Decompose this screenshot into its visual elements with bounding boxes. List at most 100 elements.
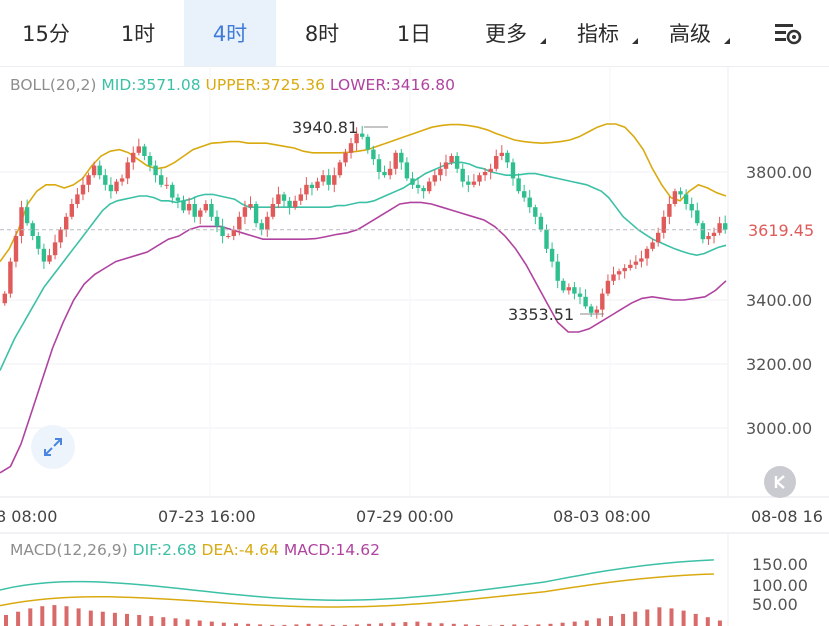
candle-body [298, 194, 303, 201]
candle-body [421, 188, 426, 192]
candle-body [242, 207, 248, 217]
candle-body [136, 146, 141, 153]
candle-body [287, 200, 292, 208]
candle-body [192, 204, 197, 217]
candle-body [644, 248, 650, 259]
candle-body [19, 207, 24, 236]
candle-body [723, 223, 728, 230]
candle-body [471, 181, 477, 185]
candle-body [605, 280, 611, 294]
macd-histogram-bar [681, 610, 686, 626]
chart-annotations: 3619.45 3940.81 3353.51 [0, 118, 814, 324]
expand-arrows-icon [44, 438, 62, 456]
candle-body [326, 175, 331, 185]
candle-body [382, 172, 387, 176]
candle-body [360, 133, 365, 137]
candle-body [203, 204, 208, 211]
candle-body [404, 162, 410, 179]
candle-body [683, 194, 689, 204]
macd-histogram-bar [197, 620, 202, 626]
candle-body [343, 152, 348, 163]
candle-body [86, 175, 91, 185]
candle-body [482, 172, 488, 176]
time-tick-label: 08-08 16 [751, 507, 823, 526]
candle-body [438, 168, 443, 176]
candle-body [119, 178, 125, 182]
macd-histogram-bar [403, 622, 408, 626]
candle-body [577, 293, 583, 297]
candle-body [270, 204, 276, 217]
candle-body [164, 184, 169, 186]
macd-histogram-bar [717, 620, 722, 626]
candle-body [36, 236, 41, 249]
macd-label: MACD(12,26,9) [10, 541, 128, 559]
candle-body [80, 184, 86, 195]
macd-histogram-bar [633, 611, 638, 626]
time-tick-label: 8 08:00 [0, 507, 57, 526]
candle-body [633, 261, 639, 265]
candle-body [661, 216, 666, 233]
candle-body [616, 271, 622, 275]
macd-histogram-bar [584, 620, 589, 626]
candle-body [622, 268, 627, 272]
candle-body [628, 264, 633, 268]
candle-body [114, 181, 119, 192]
candle-body [265, 216, 270, 230]
macd-histogram-bar [76, 608, 81, 626]
macd-histogram-bar [693, 613, 698, 626]
macd-histogram-bar [415, 621, 420, 626]
boll-upper-line [0, 123, 727, 263]
candle-body [449, 156, 454, 163]
macd-histogram-bar [52, 605, 57, 626]
kline-chart[interactable]: 3619.45 3940.81 3353.51 3800.00 3400.00 3200… [0, 0, 829, 626]
macd-histogram-bar [28, 608, 33, 626]
candle-body [13, 236, 19, 262]
candle-body [667, 204, 672, 217]
candle-body [639, 258, 644, 262]
kline-k-icon [774, 475, 785, 489]
candle-body [97, 165, 102, 176]
candle-body [186, 204, 192, 211]
candle-body [226, 236, 231, 237]
candle-body [170, 184, 175, 198]
macd-tick-label: 150.00 [752, 555, 808, 574]
candle-body [544, 229, 549, 249]
candle-body [58, 229, 63, 243]
candles [2, 125, 728, 319]
candle-body [505, 152, 510, 163]
candle-body [488, 168, 493, 172]
macd-histogram-bar [609, 616, 613, 626]
candle-body [594, 309, 599, 313]
price-tick-label: 3200.00 [746, 355, 812, 374]
macd-dif-line [0, 559, 714, 601]
macd-dea: DEA:-4.64 [201, 541, 279, 559]
candle-body [8, 261, 13, 294]
candle-body [304, 184, 309, 195]
boll-lower-line [0, 201, 727, 474]
kline-reset-button[interactable] [764, 466, 796, 498]
candle-body [337, 162, 343, 176]
candle-body [538, 216, 544, 230]
max-price-label: 3940.81 [292, 118, 358, 137]
candle-body [365, 136, 370, 150]
time-tick-label: 07-23 16:00 [158, 507, 256, 526]
macd-histogram-bar [669, 608, 674, 626]
candle-body [293, 200, 298, 208]
time-tick-label: 08-03 08:00 [553, 507, 651, 526]
macd-histogram-bar [185, 619, 190, 626]
candle-body [589, 306, 594, 313]
expand-chart-button[interactable] [31, 425, 75, 469]
candle-body [583, 296, 588, 307]
macd-histogram-bar [125, 613, 129, 626]
candle-body [555, 261, 560, 281]
candle-body [711, 232, 717, 236]
macd-dea-line [0, 573, 714, 608]
macd-dif: DIF:2.68 [132, 541, 197, 559]
price-tick-label: 3000.00 [746, 419, 812, 438]
candle-body [315, 181, 320, 188]
candle-body [220, 226, 225, 236]
min-price-label: 3353.51 [508, 305, 574, 324]
candle-body [427, 181, 432, 192]
price-tick-label: 3800.00 [746, 163, 812, 182]
macd-histogram-bar [161, 617, 166, 626]
